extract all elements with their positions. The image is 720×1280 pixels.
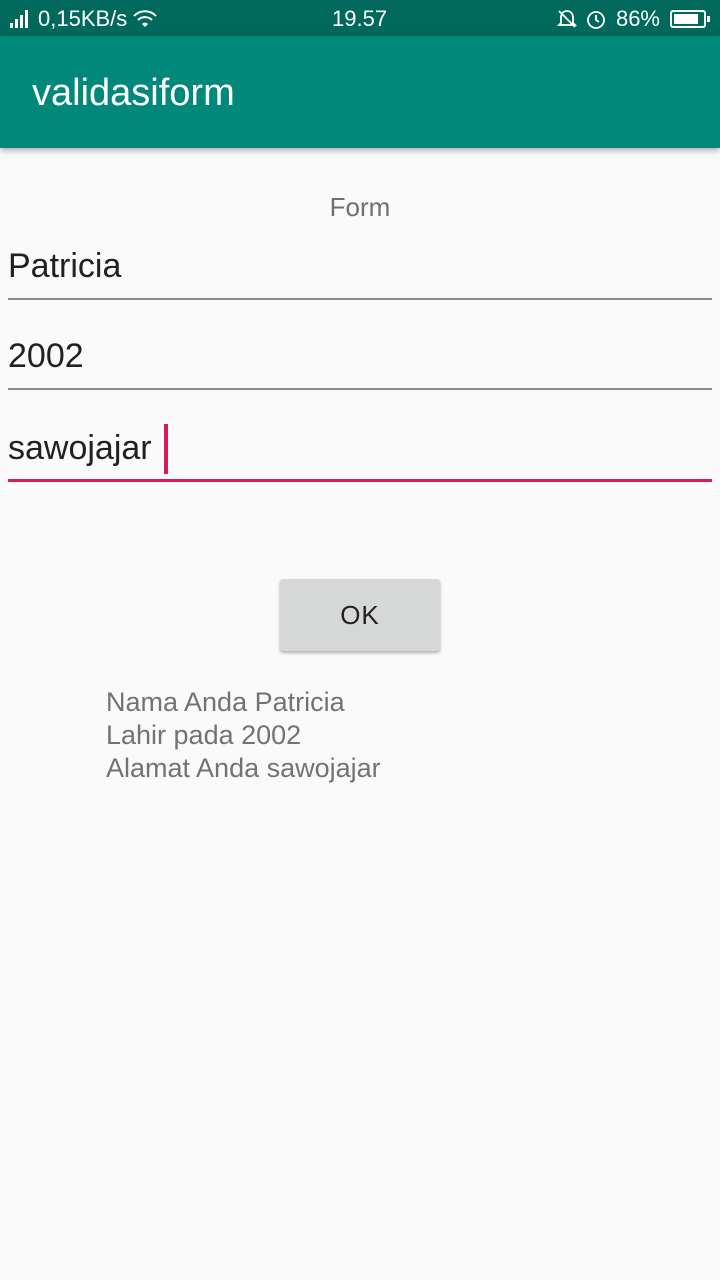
- result-name: Nama Anda Patricia: [106, 687, 345, 717]
- app-title: validasiform: [32, 72, 235, 114]
- battery-icon: [670, 10, 710, 28]
- battery-fill: [674, 14, 699, 24]
- name-input[interactable]: [8, 238, 712, 294]
- result-birth-year: Lahir pada 2002: [106, 720, 302, 750]
- ok-button[interactable]: OK: [280, 579, 440, 651]
- mute-icon: [556, 10, 578, 28]
- status-left: 0,15KB/s: [10, 6, 158, 32]
- alarm-icon: [587, 11, 605, 29]
- app-bar: validasiform: [0, 36, 720, 148]
- signal-icon: [10, 10, 30, 28]
- battery-percent: 86%: [615, 6, 660, 31]
- status-time: 19.57: [332, 6, 388, 31]
- status-bar: 0,15KB/s 19.57 86%: [0, 0, 720, 36]
- form-label: Form: [329, 192, 391, 222]
- address-input[interactable]: [8, 420, 712, 476]
- birth-year-input[interactable]: [8, 328, 712, 384]
- text-cursor: [164, 424, 168, 474]
- birth-year-field[interactable]: [8, 328, 712, 390]
- status-right: 86%: [556, 6, 710, 32]
- result-address: Alamat Anda sawojajar: [106, 753, 381, 783]
- address-field[interactable]: [8, 420, 712, 482]
- network-speed: 0,15KB/s: [38, 6, 128, 31]
- name-field[interactable]: [8, 238, 712, 300]
- result-text: Nama Anda Patricia Lahir pada 2002 Alama…: [106, 686, 381, 785]
- wifi-icon: [133, 10, 158, 27]
